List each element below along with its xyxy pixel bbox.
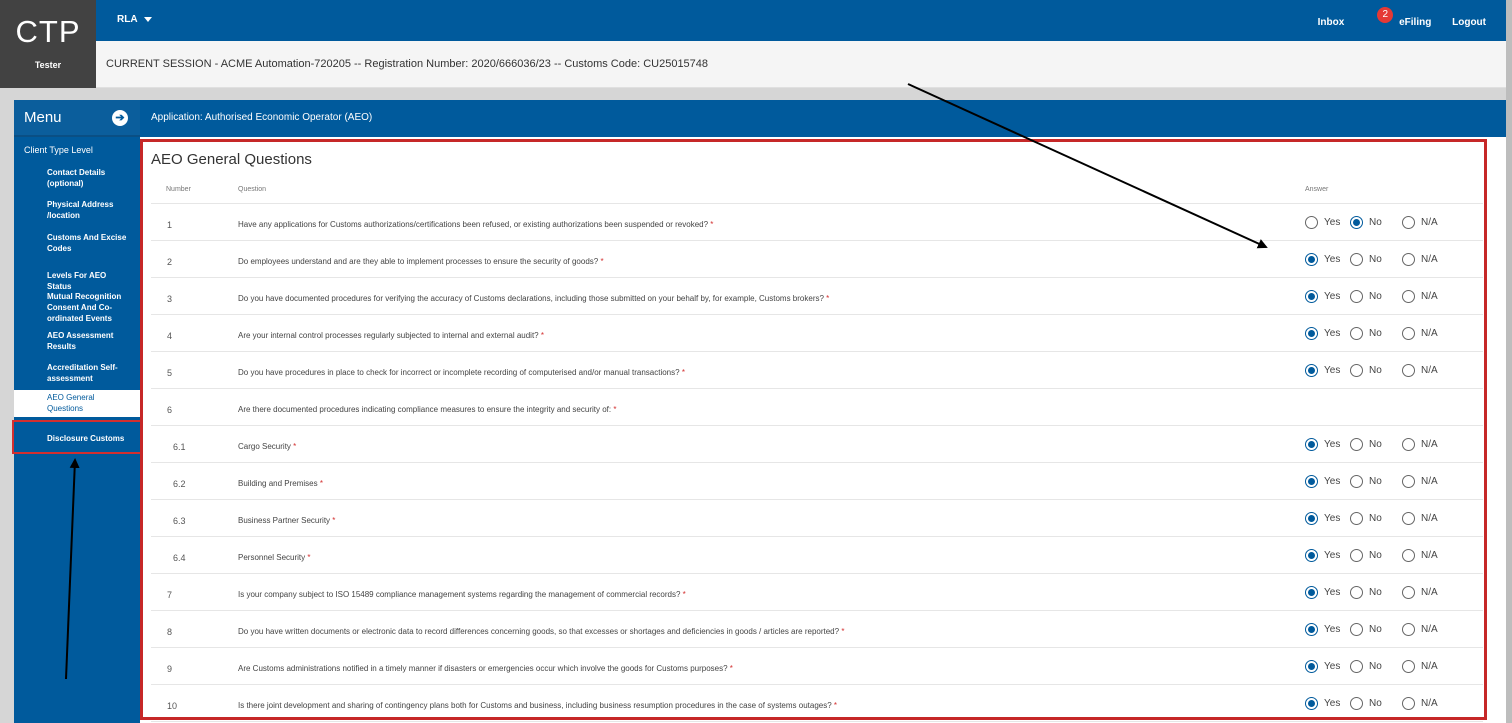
annotation-arrows: [65, 83, 1268, 680]
arrow-to-disclosure: [65, 458, 80, 680]
logo-text: CTP: [15, 14, 81, 49]
logged-in-user: Tester: [34, 60, 62, 70]
logo[interactable]: CTP Tester: [0, 0, 96, 88]
arrow-to-answer: [907, 83, 1268, 249]
